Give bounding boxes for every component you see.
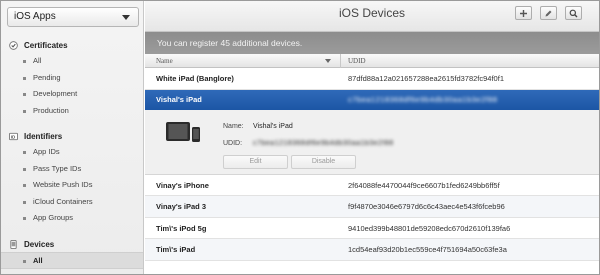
disable-device-button[interactable]: Disable [291,154,356,169]
device-udid: 87dfd88a12a021657288ea2615fd3782fc94f0f1 [348,74,504,83]
sidebar-item-certificates-all[interactable]: All [1,53,143,70]
bullet-icon [23,200,26,204]
registration-banner: You can register 45 additional devices. [145,32,599,54]
detail-name-value: Vishal's iPad [253,122,293,130]
sidebar-section-devices: Devices All [1,238,143,269]
table-row-selected[interactable]: Vishal's iPad c7bea1218368df6e9b4db30aa1… [145,89,599,110]
bullet-icon [23,217,26,220]
app-type-select-value: iOS Apps [14,11,56,22]
sidebar-item-certificates-pending[interactable]: Pending [1,70,143,87]
table-row[interactable]: Vinay's iPhone 2f64088fe4470044f9ce6607b… [145,175,599,196]
sidebar-item-certificates-production[interactable]: Production [1,103,143,120]
device-name: Tim\'s iPod 5g [156,223,207,233]
table-header: Name UDID [145,54,599,68]
svg-text:ID: ID [11,134,16,139]
sidebar-item-certificates-development[interactable]: Development [1,86,143,103]
bullet-icon [23,151,26,154]
search-icon [569,9,578,18]
id-card-icon: ID [9,132,18,141]
plus-icon [520,10,527,17]
sidebar-item-pass-type-ids[interactable]: Pass Type IDs [1,161,143,178]
sidebar-heading-identifiers: ID Identifiers [9,132,63,141]
device-name: Tim\'s iPad [156,245,196,254]
edit-device-button[interactable]: Edit [223,154,288,169]
table-row[interactable]: White iPad (Banglore) 87dfd88a12a0216572… [145,68,599,90]
column-divider [340,54,341,68]
column-header-udid[interactable]: UDID [348,54,366,68]
device-udid: 1cd54eaf93d20b1ec559ce4f751694a50c63fe3a [348,245,507,254]
sidebar-section-identifiers: ID Identifiers App IDs Pass Type IDs Web… [1,130,143,227]
pencil-icon [545,10,552,17]
page-header: iOS Devices [145,1,599,32]
device-udid: f9f4870e3046e6797d6c6c43aec4e543f6fceb96 [348,202,505,211]
search-button[interactable] [565,6,582,20]
sidebar: iOS Apps Certificates All Pending Develo… [1,1,144,274]
sidebar-item-website-push-ids[interactable]: Website Push IDs [1,177,143,194]
sidebar-section-certificates: Certificates All Pending Development Pro… [1,39,143,120]
device-name: Vinay's iPad 3 [156,202,207,211]
ipad-iphone-icon [166,121,200,142]
sort-descending-icon[interactable] [325,59,331,63]
sidebar-item-app-ids[interactable]: App IDs [1,144,143,161]
edit-button[interactable] [540,6,557,20]
device-udid-blurred: c7bea1218368df6e9b4db30aa1b3e2f88 [348,94,498,104]
bullet-icon [23,76,26,80]
app-type-select[interactable]: iOS Apps [7,7,139,27]
bullet-icon [23,260,26,263]
devices-table: Name UDID White iPad (Banglore) 87dfd88a… [145,54,599,261]
add-device-button[interactable] [515,6,532,20]
bullet-icon [23,184,26,187]
chevron-down-icon [122,15,130,20]
column-header-name[interactable]: Name [156,54,173,68]
bullet-icon [23,93,26,96]
device-detail-panel: Name: Vishal's iPad UDID: c7bea1218368df… [145,109,599,175]
table-row[interactable]: Tim\'s iPad 1cd54eaf93d20b1ec559ce4f7516… [145,239,599,261]
certificate-icon [9,41,18,50]
detail-name-label: Name: [223,122,244,130]
device-icon [10,240,17,249]
sidebar-heading-devices: Devices [1,238,143,252]
device-udid: 2f64088fe4470044f9ce6607b1fed6249bb6ff5f [348,180,500,190]
bullet-icon [23,109,26,113]
bullet-icon [23,60,26,63]
device-udid: 9410ed399b48801de59208edc670d2610f139fa6 [348,223,511,233]
sidebar-item-app-groups[interactable]: App Groups [1,210,143,227]
detail-udid-value-blurred: c7bea1218368df6e9b4db30aa1b3e2f88 [253,139,394,147]
bullet-icon [23,167,26,171]
table-row[interactable]: Vinay's iPad 3 f9f4870e3046e6797d6c6c43a… [145,196,599,218]
table-row[interactable]: Tim\'s iPod 5g 9410ed399b48801de59208edc… [145,218,599,239]
detail-udid-label: UDID: [223,139,243,147]
sidebar-item-devices-all[interactable]: All [1,252,143,269]
device-name: Vishal's iPad [156,94,202,104]
sidebar-heading-certificates: Certificates [1,39,143,53]
device-name: White iPad (Banglore) [156,74,234,83]
sidebar-item-icloud-containers[interactable]: iCloud Containers [1,194,143,211]
device-name: Vinay's iPhone [156,180,209,190]
